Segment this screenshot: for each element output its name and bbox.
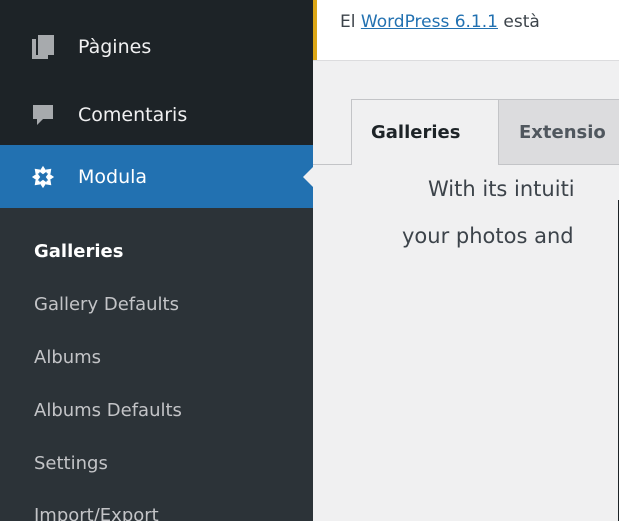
modula-icon [31, 165, 55, 189]
submenu-item-settings[interactable]: Settings [34, 453, 108, 474]
comments-icon [31, 103, 55, 127]
notice-text: El WordPress 6.1.1 està [340, 12, 540, 32]
menu-item-label: Pàgines [78, 36, 152, 58]
submenu-item-albums[interactable]: Albums [34, 347, 101, 368]
main-content: El WordPress 6.1.1 està Galleries Extens… [313, 0, 619, 521]
submenu-item-albums-defaults[interactable]: Albums Defaults [34, 400, 182, 421]
intro-text-line-1: With its intuiti [428, 177, 575, 201]
submenu-item-gallery-defaults[interactable]: Gallery Defaults [34, 294, 179, 315]
menu-item-comments[interactable]: Comentaris [0, 88, 313, 142]
tab-galleries[interactable]: Galleries [351, 99, 499, 165]
admin-sidebar: Pàgines Comentaris Modula Galleries Gall… [0, 0, 313, 521]
notice-suffix: està [497, 12, 540, 32]
menu-item-pages[interactable]: Pàgines [0, 20, 313, 74]
current-menu-arrow [303, 166, 313, 187]
notice-prefix: El [340, 12, 361, 32]
wp-admin-screen: Pàgines Comentaris Modula Galleries Gall… [0, 0, 619, 521]
submenu-item-import-export[interactable]: Import/Export [34, 505, 159, 521]
galleries-panel [313, 165, 619, 521]
modula-tabs: Galleries Extensio [351, 99, 619, 165]
wordpress-version-link[interactable]: WordPress 6.1.1 [361, 12, 498, 32]
pages-icon [31, 35, 55, 59]
menu-item-modula[interactable]: Modula [0, 145, 313, 208]
notice-warning-bar [313, 0, 317, 60]
menu-item-label: Comentaris [78, 104, 188, 126]
menu-item-label: Modula [78, 165, 148, 188]
intro-text-line-2: your photos and [402, 224, 574, 248]
update-notice: El WordPress 6.1.1 està [313, 0, 619, 61]
modula-submenu: Galleries Gallery Defaults Albums Albums… [0, 208, 313, 521]
tab-extensions[interactable]: Extensio [498, 99, 619, 165]
submenu-item-galleries[interactable]: Galleries [34, 241, 123, 262]
